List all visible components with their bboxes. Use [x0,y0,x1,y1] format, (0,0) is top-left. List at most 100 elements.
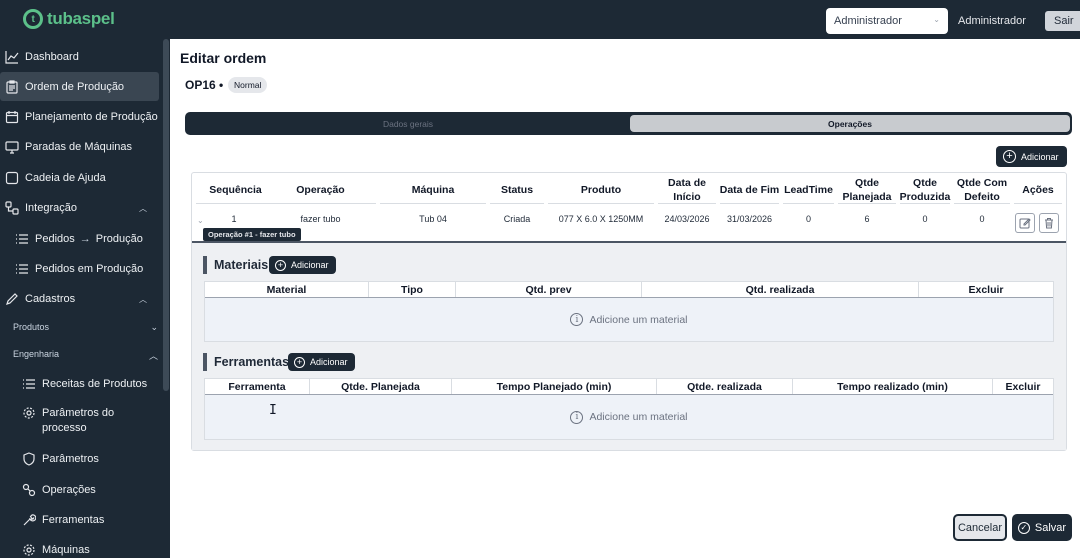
sidebar-item-label: Paradas de Máquinas [25,141,133,153]
sidebar-item-label: Operações [42,484,96,496]
sidebar-item-ordem-de-producao[interactable]: Ordem de Produção [0,72,159,101]
info-icon: i [570,313,584,326]
sidebar-item-integracao[interactable]: Integração ︿ [5,200,165,216]
sidebar-item-cadeia-de-ajuda[interactable]: Cadeia de Ajuda [5,170,165,186]
tab-dados-gerais[interactable]: Dados gerais [188,115,628,132]
operations-table: Sequência Operação Máquina Status Produt… [191,172,1067,451]
sidebar-section-engenharia[interactable]: Engenharia ︿ [13,349,158,361]
sidebar-item-operacoes[interactable]: Operações [22,482,170,498]
main-content: Editar ordem OP16 • Normal Dados gerais … [170,39,1080,558]
section-label: Produtos [13,322,50,332]
sidebar-item-label: Parâmetros do processo [42,407,115,434]
ferramentas-title: Ferramentas [203,353,289,371]
materiais-title: Materiais [203,256,268,274]
edit-icon [1019,218,1031,229]
materiais-table: Material Tipo Qtd. prev Qtd. realizada E… [204,281,1054,342]
sidebar-item-ferramentas[interactable]: Ferramentas [22,512,170,528]
column-header: Excluir [968,283,1004,296]
cell-data-fim: 31/03/2026 [726,214,773,224]
chevron-down-icon: ⌄ [933,15,940,24]
brand-logo[interactable]: t tubaspel [23,9,115,29]
column-header: Ações [1012,173,1064,206]
operation-tooltip: Operação #1 - fazer tubo [203,228,301,241]
sidebar-item-label: Integração [25,202,77,214]
cell-sequencia: 1 [231,214,237,224]
chevron-down-icon: ⌄ [150,322,158,332]
plus-circle-icon: + [1003,150,1016,163]
sidebar-item-dashboard[interactable]: Dashboard [5,49,165,65]
sidebar-item-maquinas[interactable]: Máquinas [22,542,170,558]
sidebar-item-label: Dashboard [25,51,79,63]
chart-line-icon [5,50,19,64]
sidebar-item-planejamento[interactable]: Planejamento de Produção [5,109,165,125]
column-header: Qtd. realizada [642,282,919,297]
expand-row-icon[interactable]: ⌄ [197,216,204,225]
sidebar-item-label: Máquinas [42,544,90,556]
sidebar-section-produtos[interactable]: Produtos ⌄ [13,322,158,332]
sidebar-item-label: Pedidos em Produção [35,263,144,275]
sidebar-item-cadastros[interactable]: Cadastros ︿ [5,291,165,307]
logo-icon: t [23,9,43,29]
column-header: Máquina [378,173,488,206]
check-circle-icon: ✓ [1017,521,1030,534]
edit-button[interactable] [1015,213,1035,233]
column-header: Data de Fim [718,173,781,206]
list-icon [22,377,36,391]
column-header: Material [205,282,369,297]
cell-qtde-defeito: 0 [979,214,985,224]
column-header: Produto [546,173,656,206]
empty-state-text: Adicione um material [589,411,688,423]
priority-badge: Normal [228,77,268,93]
clipboard-icon [5,79,19,94]
table-header: Material Tipo Qtd. prev Qtd. realizada E… [205,282,1053,298]
sidebar-item-parametros[interactable]: Parâmetros [22,451,170,467]
column-header: Excluir [1005,380,1041,393]
sidebar-item-paradas[interactable]: Paradas de Máquinas [5,139,165,155]
tab-operacoes[interactable]: Operações [630,115,1070,132]
role-select[interactable]: Administrador ⌄ [826,8,948,34]
column-header: Qtde. Planejada [310,379,452,394]
text-cursor-icon: I [269,403,277,418]
chevron-up-icon: ︿ [139,203,147,213]
add-operation-button[interactable]: + Adicionar [996,146,1067,167]
button-label: Adicionar [1021,151,1059,162]
cell-produto: 077 X 6.0 X 1250MM [558,214,644,224]
table-header: Ferramenta Qtde. Planejada Tempo Planeja… [205,379,1053,395]
button-label: Adicionar [291,260,329,270]
sidebar-item-parametros-processo[interactable]: Parâmetros do processo [22,406,170,438]
cell-operacao: fazer tubo [300,214,341,224]
cancel-button[interactable]: Cancelar [953,514,1007,541]
user-name: Administrador [958,15,1026,27]
gear-icon [22,406,36,420]
empty-state: i Adicione um material [205,395,1053,439]
save-button[interactable]: ✓ Salvar [1012,514,1072,541]
sidebar-item-pedidos-em-producao[interactable]: Pedidos em Produção [15,261,170,277]
plus-circle-icon: + [294,356,305,368]
list-icon [15,232,29,246]
cell-qtde-produzida: 0 [922,214,928,224]
sidebar-item-receitas[interactable]: Receitas de Produtos [22,376,170,392]
column-header: Data de Início [656,173,718,206]
role-select-value: Administrador [834,15,902,27]
exit-button[interactable]: Sair [1045,11,1080,31]
column-header: LeadTime [781,173,836,206]
top-bar: t tubaspel Administrador ⌄ Administrador… [0,0,1080,39]
empty-state-text: Adicione um material [589,313,688,326]
add-material-button[interactable]: + Adicionar [269,256,336,274]
sidebar-item-label: Cadastros [25,293,76,305]
column-header: Tipo [369,282,456,297]
column-header: Qtd. prev [456,282,642,297]
sidebar-item-label: Parâmetros [42,453,99,465]
column-header: Qtde Com Defeito [952,173,1012,206]
wrench-icon [22,513,37,527]
sidebar-item-pedidos-producao[interactable]: Pedidos → Produção [15,231,170,247]
delete-button[interactable] [1039,213,1059,233]
sidebar-item-label: Planejamento de Produção [25,111,158,123]
button-label: Salvar [1034,521,1067,534]
add-ferramenta-button[interactable]: + Adicionar [288,353,355,371]
sidebar-item-label-2: Produção [95,233,143,245]
section-label: Engenharia [13,349,60,359]
column-header: Tempo Planejado (min) [452,379,657,394]
calendar-icon [5,110,19,124]
info-icon: i [570,410,584,424]
